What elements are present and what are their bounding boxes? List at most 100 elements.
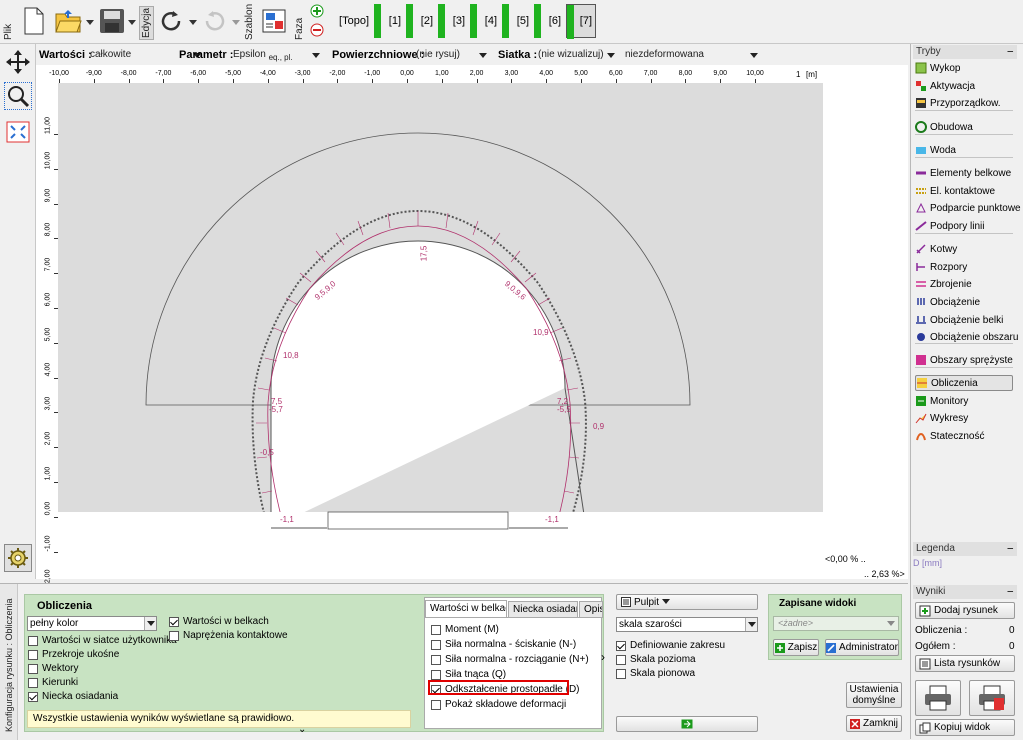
checkbox-row[interactable]: Wektory — [28, 663, 79, 674]
checkbox-row[interactable]: Pokaż składowe deformacji — [431, 699, 566, 710]
redo-dropdown-icon[interactable] — [232, 17, 240, 29]
stage-5[interactable]: [5] — [502, 4, 532, 38]
siatka-select[interactable]: (nie wizualizuj) — [536, 47, 618, 63]
saved-views-select[interactable]: <żadne> — [773, 616, 899, 631]
expand-chevron-icon[interactable]: › — [601, 650, 605, 664]
checkbox-row[interactable]: Wartości w belkach — [169, 616, 269, 627]
powierzchniowe-select[interactable]: (nie rysuj) — [414, 47, 490, 63]
minimize-icon[interactable]: ‒ — [1007, 585, 1013, 599]
new-file-icon[interactable] — [18, 4, 50, 38]
checkbox-row[interactable]: Naprężenia kontaktowe — [169, 630, 288, 641]
mode-assignment[interactable]: Przyporządkow. — [915, 95, 1013, 111]
mode-point-support[interactable]: Podparcie punktowe — [915, 200, 1021, 216]
mode-line-support[interactable]: Podpory linii — [915, 218, 1013, 234]
checkbox[interactable] — [28, 635, 38, 646]
checkbox[interactable] — [28, 677, 38, 688]
checkbox[interactable] — [616, 640, 626, 651]
checkbox-row[interactable]: Moment (M) — [431, 624, 499, 635]
mode-struts[interactable]: Rozpory — [915, 259, 1013, 275]
color-select[interactable]: pełny kolor — [27, 616, 157, 631]
minimize-icon[interactable]: ‒ — [1007, 542, 1013, 556]
drawing-canvas[interactable]: 17,5 9,5,9,0 9,0,9,6 10,8 10,9 7,5 -5,7 … — [58, 83, 908, 579]
checkbox-row[interactable]: Siła normalna - ściskanie (N-) — [431, 639, 576, 650]
checkbox[interactable] — [28, 691, 38, 702]
mode-excavation[interactable]: Wykop — [915, 60, 1013, 76]
mode-load[interactable]: Obciążenie — [915, 294, 1013, 310]
side-tab[interactable]: Konfiguracja rysunku : Obliczenia — [0, 584, 18, 740]
pan-move-icon[interactable] — [4, 48, 32, 76]
stage-7[interactable]: [7] — [566, 4, 596, 39]
mode-anchors[interactable]: Kotwy — [915, 241, 1013, 257]
tab-settlement-trough[interactable]: Niecka osiadania — [508, 601, 578, 617]
open-dropdown-icon[interactable] — [86, 17, 94, 29]
remove-stage-icon[interactable] — [310, 23, 324, 40]
checkbox[interactable] — [28, 663, 38, 674]
mode-beam-load[interactable]: Obciążenie belki — [915, 312, 1013, 328]
mode-lining[interactable]: Obudowa — [915, 119, 1013, 135]
stage-4[interactable]: [4] — [470, 4, 500, 38]
mode-analysis[interactable]: Obliczenia — [915, 375, 1013, 391]
checkbox-row[interactable]: Skala pozioma — [616, 654, 696, 665]
redo-icon[interactable] — [198, 4, 230, 38]
faza-label[interactable]: Faza — [294, 6, 305, 40]
settings-gear-icon[interactable] — [4, 544, 32, 572]
drawing-list-button[interactable]: Lista rysunków — [915, 655, 1015, 672]
checkbox[interactable] — [616, 668, 626, 679]
undo-icon[interactable] — [156, 4, 188, 38]
mode-elastic-regions[interactable]: Obszary sprężyste — [915, 352, 1013, 368]
print-export-button[interactable] — [969, 680, 1015, 716]
default-settings-button[interactable]: Ustawienia domyślne — [846, 682, 902, 708]
mode-water[interactable]: Woda — [915, 142, 1013, 158]
mode-monitors[interactable]: Monitory — [915, 393, 1013, 409]
zoom-extents-icon[interactable] — [4, 118, 32, 146]
save-disk-icon[interactable] — [96, 4, 128, 38]
copy-view-button[interactable]: Kopiuj widok — [915, 719, 1015, 736]
checkbox-row[interactable]: Definiowanie zakresu — [616, 640, 725, 651]
stage-3[interactable]: [3] — [438, 4, 468, 38]
checkbox-row[interactable]: Skala pionowa — [616, 668, 695, 679]
tab-beam-values[interactable]: Wartości w belkach — [425, 600, 507, 617]
tab-description[interactable]: Opis — [579, 601, 603, 617]
plik-label[interactable]: Plik — [3, 6, 14, 40]
administrator-button[interactable]: Administrator — [825, 639, 899, 656]
mode-activation[interactable]: Aktywacja — [915, 78, 1013, 94]
mode-reinforcement[interactable]: Zbrojenie — [915, 276, 1013, 292]
mode-area-load[interactable]: Obciążenie obszaru — [915, 329, 1018, 345]
save-dropdown-icon[interactable] — [128, 17, 136, 29]
checkbox-row[interactable]: Kierunki — [28, 677, 78, 688]
template-icon[interactable] — [258, 4, 290, 38]
minimize-icon[interactable]: ‒ — [1007, 45, 1013, 59]
scale-select[interactable]: skala szarości — [616, 617, 758, 632]
stage-2[interactable]: [2] — [406, 4, 436, 38]
add-drawing-button[interactable]: Dodaj rysunek — [915, 602, 1015, 619]
print-button[interactable] — [915, 680, 961, 716]
mode-graphs[interactable]: Wykresy — [915, 410, 1013, 426]
checkbox-row[interactable]: Przekroje ukośne — [28, 649, 119, 660]
undo-dropdown-icon[interactable] — [189, 17, 197, 29]
szablon-label[interactable]: Szablon — [244, 4, 255, 40]
checkbox-row[interactable]: Niecka osiadania — [28, 691, 118, 702]
collapse-chevron-icon[interactable]: ⌄ — [298, 724, 306, 735]
mode-stability[interactable]: Stateczność — [915, 428, 1013, 444]
checkbox-row[interactable]: Siła normalna - rozciąganie (N+) — [431, 654, 589, 665]
stage-6[interactable]: [6] — [534, 4, 564, 38]
add-stage-icon[interactable] — [310, 4, 324, 21]
open-folder-icon[interactable] — [52, 4, 84, 38]
edycja-label[interactable]: Edycja — [139, 6, 154, 40]
checkbox[interactable] — [431, 654, 441, 665]
checkbox[interactable] — [169, 616, 179, 627]
checkbox[interactable] — [616, 654, 626, 665]
stage-1[interactable]: [1] — [374, 4, 404, 38]
checkbox[interactable] — [431, 639, 441, 650]
checkbox[interactable] — [431, 699, 441, 710]
close-button[interactable]: Zamknij — [846, 715, 902, 732]
checkbox[interactable] — [169, 630, 179, 641]
checkbox[interactable] — [431, 669, 441, 680]
checkbox[interactable] — [431, 624, 441, 635]
checkbox-row[interactable]: Wartości w siatce użytkownika — [28, 635, 177, 646]
apply-button[interactable] — [616, 716, 758, 732]
mode-beam-elements[interactable]: Elementy belkowe — [915, 165, 1013, 181]
zoom-icon[interactable] — [4, 82, 32, 110]
deformation-select[interactable]: niezdeformowana — [623, 47, 761, 63]
stage-topo[interactable]: [Topo] — [339, 4, 372, 38]
